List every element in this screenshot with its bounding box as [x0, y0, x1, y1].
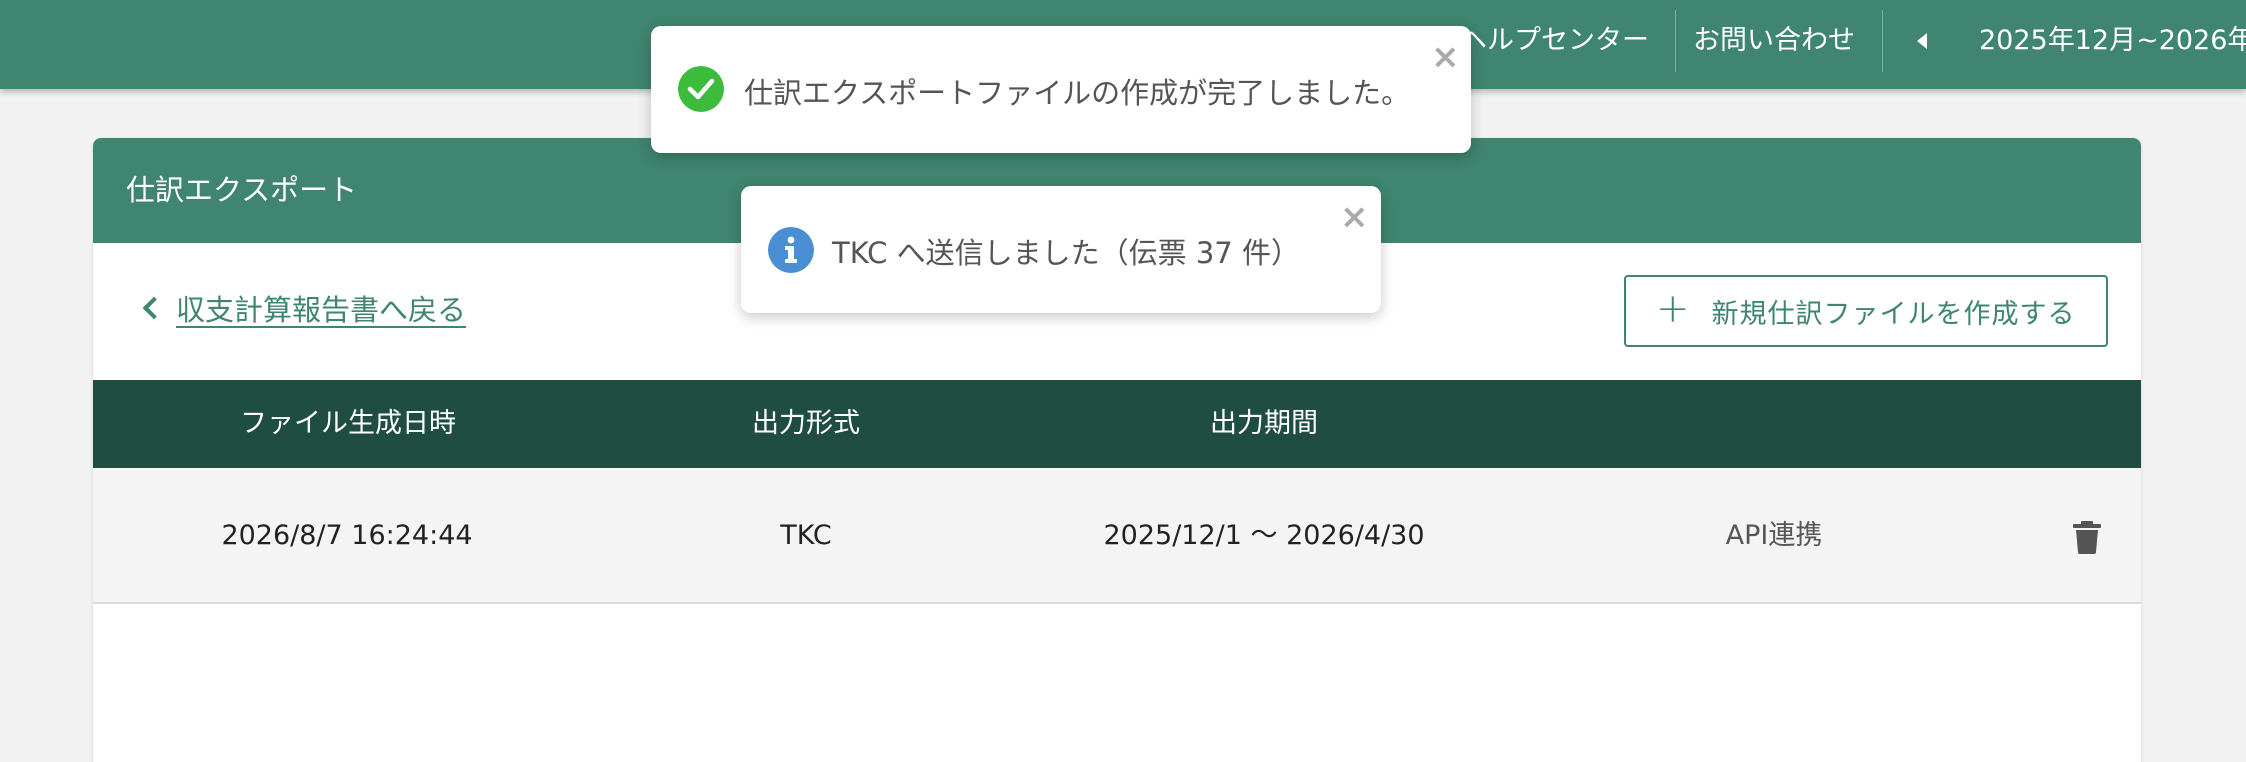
cell-format: TKC: [780, 520, 832, 551]
page-title: 仕訳エクスポート: [126, 173, 358, 207]
success-toast-message: 仕訳エクスポートファイルの作成が完了しました。: [744, 76, 1411, 110]
cell-method: API連携: [1725, 520, 1823, 551]
info-circle-icon: [768, 227, 814, 273]
help-center-link[interactable]: ヘルプセンター: [1460, 0, 1649, 82]
table-row: 2026/8/7 16:24:44 TKC 2025/12/1 〜 2026/4…: [93, 468, 2141, 604]
close-icon[interactable]: ×: [1340, 200, 1369, 234]
cell-created-at: 2026/8/7 16:24:44: [221, 520, 473, 551]
plus-icon: +: [1656, 286, 1690, 332]
chevron-left-icon: [142, 296, 166, 320]
table-header: ファイル生成日時 出力形式 出力期間: [93, 380, 2141, 468]
contact-link[interactable]: お問い合わせ: [1693, 0, 1855, 82]
back-link-label: 収支計算報告書へ戻る: [176, 293, 467, 327]
column-header-created-at: ファイル生成日時: [240, 408, 456, 439]
close-icon[interactable]: ×: [1431, 40, 1460, 74]
caret-left-icon[interactable]: [1917, 33, 1927, 49]
period-selector[interactable]: 2025年12月~2026年: [1979, 0, 2246, 82]
column-header-period: 出力期間: [1210, 408, 1318, 439]
trash-icon[interactable]: [2072, 520, 2102, 554]
info-toast: TKC へ送信しました（伝票 37 件） ×: [741, 186, 1381, 313]
check-circle-icon: [678, 66, 724, 112]
nav-divider: [1882, 10, 1883, 72]
cell-period: 2025/12/1 〜 2026/4/30: [1103, 520, 1425, 551]
nav-divider: [1675, 10, 1676, 72]
new-journal-file-button[interactable]: + 新規仕訳ファイルを作成する: [1624, 275, 2108, 347]
info-toast-message: TKC へ送信しました（伝票 37 件）: [832, 236, 1300, 270]
back-to-report-link[interactable]: 収支計算報告書へ戻る: [138, 288, 466, 328]
column-header-format: 出力形式: [752, 408, 860, 439]
success-toast: 仕訳エクスポートファイルの作成が完了しました。 ×: [651, 26, 1471, 153]
new-button-label: 新規仕訳ファイルを作成する: [1711, 298, 2076, 330]
